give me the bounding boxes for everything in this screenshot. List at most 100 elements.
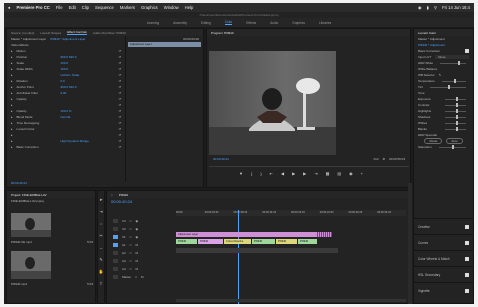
track-target-icon[interactable] <box>113 251 118 255</box>
menu-clip[interactable]: Clip <box>82 5 89 10</box>
tone-slider[interactable] <box>445 97 466 101</box>
expand-triangle-icon[interactable]: ▸ <box>11 79 13 83</box>
tone-slider[interactable] <box>445 115 466 119</box>
add-marker-icon[interactable]: ▼ <box>239 171 243 176</box>
mute-icon[interactable]: M <box>135 243 138 247</box>
expand-triangle-icon[interactable]: ▸ <box>11 103 13 107</box>
mute-icon[interactable]: M <box>135 251 138 255</box>
expand-triangle-icon[interactable]: ▸ <box>11 145 13 149</box>
reset-parameter-icon[interactable]: ↺ <box>118 103 121 107</box>
reset-parameter-icon[interactable]: ↺ <box>118 91 121 95</box>
reset-parameter-icon[interactable]: ↺ <box>118 61 121 65</box>
timeline-timecode[interactable]: 00:00:40:24 <box>111 199 132 204</box>
workspace-color[interactable]: Color <box>224 20 233 25</box>
section-checkbox[interactable] <box>465 240 469 245</box>
workspace-assembly[interactable]: Assembly <box>173 21 187 25</box>
program-scrub-bar[interactable] <box>209 163 409 167</box>
search-icon[interactable]: ⚲ <box>434 5 437 10</box>
lock-icon[interactable]: □ <box>130 219 132 223</box>
hand-tool-icon[interactable]: ✋ <box>99 269 104 274</box>
track-target-icon[interactable] <box>113 227 118 231</box>
v1-clip[interactable]: Pl3940 <box>252 239 275 244</box>
effect-row-value[interactable]: Normal <box>61 115 71 119</box>
timeline-sequence-tab[interactable]: Pl3940 <box>119 193 128 197</box>
pen-tool-icon[interactable]: ✎ <box>99 257 102 262</box>
battery-icon[interactable]: ▮ <box>427 5 429 10</box>
menu-sequence[interactable]: Sequence <box>95 5 114 10</box>
effect-row-value[interactable]: 960.0 540.0 <box>61 85 77 89</box>
lock-icon[interactable]: □ <box>130 227 132 231</box>
lumetri-sequence-label[interactable]: Pl3940 * Adjustment <box>418 43 445 47</box>
reset-parameter-icon[interactable]: ↺ <box>118 97 121 101</box>
expand-triangle-icon[interactable]: ▸ <box>11 97 13 101</box>
project-title[interactable]: Project: FINE EDIBLE.LAV <box>11 193 47 197</box>
v1-clip[interactable]: Pl3940 <box>276 239 297 244</box>
lock-icon[interactable]: □ <box>130 235 132 239</box>
expand-triangle-icon[interactable]: ▸ <box>11 133 13 137</box>
expand-triangle-icon[interactable]: ▸ <box>11 67 13 71</box>
clock[interactable]: Fri 14 Jun 16:4 <box>442 5 470 10</box>
menu-file[interactable]: File <box>56 5 63 10</box>
reset-parameter-icon[interactable]: ↺ <box>118 127 121 131</box>
menu-edit[interactable]: Edit <box>69 5 76 10</box>
apple-icon[interactable]: ● <box>8 5 11 10</box>
add-button-icon[interactable]: + <box>361 171 363 176</box>
input-lut-select[interactable]: None <box>435 55 469 59</box>
effect-row-value[interactable]: 100.0 <box>61 67 69 71</box>
expand-triangle-icon[interactable]: ▸ <box>11 55 13 59</box>
lumetri-title[interactable]: Lumetri Color <box>418 31 436 35</box>
workspace-graphics[interactable]: Graphics <box>292 21 305 25</box>
effect-row-value[interactable]: 100.0 % <box>61 109 72 113</box>
timeline-horizontal-scrollbar[interactable] <box>176 299 406 302</box>
program-fit-select[interactable]: Full <box>374 157 379 161</box>
eye-icon[interactable]: ◉ <box>135 235 138 239</box>
project-thumbnail-1[interactable] <box>11 213 51 237</box>
eye-icon[interactable]: ◉ <box>135 227 138 231</box>
eye-icon[interactable]: ◉ <box>135 219 138 223</box>
workspace-editing[interactable]: Editing <box>201 21 211 25</box>
workspace-audio[interactable]: Audio <box>270 21 278 25</box>
effect-row-value[interactable]: 0.00 <box>61 91 67 95</box>
basic-correction-checkbox[interactable] <box>465 49 469 53</box>
effect-row-value[interactable]: Uniform Scale <box>61 73 80 77</box>
step-forward-icon[interactable]: ▶ <box>303 171 306 176</box>
workspace-effects[interactable]: Effects <box>246 21 256 25</box>
razor-tool-icon[interactable]: ✂ <box>99 233 102 238</box>
adjustment-layer-clip[interactable]: Adjustment Layer <box>176 232 316 237</box>
lumetri-section[interactable]: HSL Secondary <box>414 266 473 282</box>
section-checkbox[interactable] <box>465 272 469 277</box>
expand-triangle-icon[interactable]: ▸ <box>11 73 13 77</box>
mark-in-icon[interactable]: { <box>251 171 252 176</box>
track-target-icon[interactable] <box>113 259 118 263</box>
mute-icon[interactable]: M <box>135 267 138 271</box>
lock-icon[interactable]: □ <box>130 267 132 271</box>
lock-icon[interactable]: □ <box>130 251 132 255</box>
step-back-icon[interactable]: ◀ <box>281 171 284 176</box>
project-item-2[interactable]: Pl3940.mp4 5:03 <box>7 281 97 287</box>
effect-row-value[interactable]: High Dynamic Range <box>61 139 89 143</box>
reset-parameter-icon[interactable]: ↺ <box>118 73 121 77</box>
expand-triangle-icon[interactable]: ▸ <box>11 115 13 119</box>
eyedropper-icon[interactable]: ✎ <box>439 73 442 77</box>
timeline-vertical-scrollbar[interactable] <box>408 183 412 304</box>
hdr-white-slider[interactable] <box>440 61 466 65</box>
ripple-edit-tool-icon[interactable]: ⇔ <box>99 221 103 226</box>
v1-clip[interactable]: Pl3940 <box>176 239 197 244</box>
settings-icon[interactable]: ⚙ <box>382 157 385 161</box>
tab-audio-clip-mixer[interactable]: Audio Clip Mixer: Pl3940 <box>93 31 126 35</box>
go-to-out-icon[interactable]: ⇥ <box>314 171 317 176</box>
playhead[interactable] <box>238 210 239 304</box>
reset-parameter-icon[interactable]: ↺ <box>118 139 121 143</box>
slip-tool-icon[interactable]: ↔ <box>99 245 103 250</box>
reset-parameter-icon[interactable]: ↺ <box>118 67 121 71</box>
track-target-icon[interactable] <box>113 219 118 223</box>
export-frame-icon[interactable]: ◉ <box>349 171 353 176</box>
effect-controls-timecode[interactable]: 00:00:40:24 <box>11 181 27 185</box>
menu-help[interactable]: Help <box>185 5 194 10</box>
expand-triangle-icon[interactable]: ▸ <box>11 109 13 113</box>
program-video-frame[interactable] <box>209 51 336 155</box>
v1-clip[interactable]: Pl3940 <box>198 239 223 244</box>
menu-graphics[interactable]: Graphics <box>141 5 158 10</box>
mute-icon[interactable]: M <box>141 275 144 279</box>
section-checkbox[interactable] <box>465 224 469 229</box>
